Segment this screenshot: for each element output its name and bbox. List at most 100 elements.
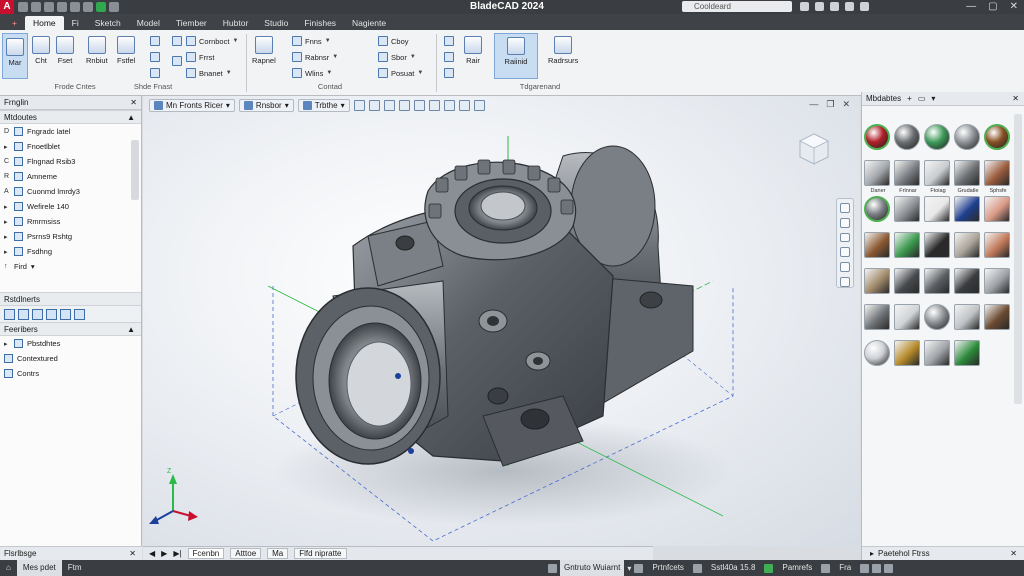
nav-next-icon[interactable]: ▶ [161, 549, 167, 558]
chevron-down-icon[interactable]: ▾ [31, 262, 35, 271]
material-swatch[interactable] [924, 304, 950, 330]
print-icon[interactable] [83, 2, 93, 12]
scrollbar[interactable] [131, 140, 139, 200]
material-swatch[interactable] [954, 268, 980, 294]
section-header-feeribers[interactable]: Feeribers ▲ [0, 322, 141, 336]
redo-icon[interactable] [70, 2, 80, 12]
units-icon[interactable] [821, 563, 831, 573]
help-icon[interactable] [830, 2, 839, 11]
material-swatch[interactable]: Sphsfe [984, 160, 1010, 194]
search-input[interactable]: Cooldeard [682, 1, 792, 12]
library-icon[interactable]: ▭ [918, 94, 926, 103]
sketch-tool-arc[interactable] [150, 52, 160, 62]
sketch-tool-spline[interactable] [172, 36, 182, 46]
material-swatch[interactable] [924, 232, 950, 258]
status-item[interactable]: Sstl40a 15.8 [705, 560, 761, 576]
ribbon-button-rapnel[interactable]: Rapnel [252, 36, 276, 65]
material-swatch[interactable] [864, 340, 890, 366]
tab-home[interactable]: Home [24, 16, 64, 30]
app-logo[interactable]: A [0, 0, 14, 14]
tree-item[interactable]: ▸ Fsdhng [0, 244, 141, 259]
add-icon[interactable]: + [907, 94, 912, 103]
settings-icon[interactable] [860, 2, 869, 11]
ribbon-button-fstfel[interactable]: Fstfel [117, 36, 135, 65]
tree-item[interactable]: D Fngradc latel [0, 124, 141, 139]
maximize-icon[interactable]: ▢ [988, 1, 997, 12]
tab-studio[interactable]: Studio [256, 16, 296, 30]
doc-tab[interactable]: Fcenbn [187, 548, 225, 559]
material-swatch[interactable] [954, 304, 980, 330]
new-icon[interactable] [18, 2, 28, 12]
ribbon-item-sbor[interactable]: Sbor ▼ [378, 52, 416, 62]
expand-icon[interactable]: ▸ [870, 549, 874, 558]
3d-viewport[interactable]: Mn Fronts Ricer ▾ Rnsbor ▾ Trbthe ▾ — ❐ ✕ [143, 96, 860, 546]
ribbon-item-fnns[interactable]: Fnns ▼ [292, 36, 331, 46]
notification-icon[interactable] [884, 563, 894, 573]
tab-tiember[interactable]: Tiember [168, 16, 215, 30]
tree-item[interactable]: ↑ Fird ▾ [0, 259, 141, 274]
scrollbar[interactable] [1014, 114, 1022, 404]
tree-item[interactable]: C Flngnad Rsib3 [0, 154, 141, 169]
tree-item[interactable]: A Cuonmd lmrdy3 [0, 184, 141, 199]
chevron-down-icon[interactable]: ▾ [931, 94, 935, 103]
nav-prev-icon[interactable]: ◀ [149, 549, 155, 558]
material-swatch[interactable] [894, 268, 920, 294]
close-icon[interactable]: ✕ [1010, 1, 1018, 12]
ortho-icon[interactable] [692, 563, 702, 573]
material-swatch[interactable] [864, 304, 890, 330]
close-icon[interactable]: ✕ [1012, 94, 1019, 103]
material-swatch[interactable] [984, 196, 1010, 222]
material-swatch[interactable] [864, 268, 890, 294]
material-swatch[interactable] [894, 340, 920, 366]
ribbon-button-raiinid[interactable]: Raiinid [494, 33, 538, 79]
material-swatch[interactable]: Frlnnar [894, 160, 920, 194]
material-swatch[interactable] [984, 124, 1010, 150]
search-icon[interactable] [46, 308, 57, 320]
list-item[interactable]: Contrs [0, 366, 141, 381]
section-header-rstdlnerts[interactable]: Rstdlnerts [0, 292, 141, 306]
sort-icon[interactable] [60, 308, 71, 320]
tab-file[interactable]: + [4, 16, 25, 30]
material-swatch[interactable] [894, 232, 920, 258]
tab-fi[interactable]: Fi [64, 16, 87, 30]
ribbon-item-cboy[interactable]: Cboy [378, 36, 409, 46]
tab-nagiente[interactable]: Nagiente [344, 16, 394, 30]
material-swatch[interactable] [954, 340, 980, 366]
ribbon-item-wlins[interactable]: Wlins ▼ [292, 68, 332, 78]
doc-tab[interactable]: Flfd nipratte [294, 548, 347, 559]
status-home-icon[interactable]: ⌂ [0, 560, 17, 576]
status-item[interactable]: Prtnfcets [646, 560, 690, 576]
status-item[interactable]: Fra [833, 560, 857, 576]
tree-item[interactable]: ▸ Psrns9 Rshtg [0, 229, 141, 244]
ribbon-tool-b[interactable] [444, 52, 454, 62]
tree-item[interactable]: ▸ Rmrmsiss [0, 214, 141, 229]
material-swatch[interactable] [954, 124, 980, 150]
tree-item[interactable]: ▸ Fnoetlblet [0, 139, 141, 154]
ribbon-tool-a[interactable] [444, 36, 454, 46]
tab-sketch[interactable]: Sketch [87, 16, 129, 30]
ribbon-button-radrsurs[interactable]: Radrsurs [548, 36, 578, 65]
material-swatch[interactable] [984, 232, 1010, 258]
material-swatch[interactable] [894, 196, 920, 222]
material-swatch[interactable]: Grudatle [954, 160, 980, 194]
filter-icon[interactable] [4, 308, 15, 320]
ribbon-item-posuat[interactable]: Posuat ▼ [378, 68, 423, 78]
ribbon-tool-c[interactable] [444, 68, 454, 78]
list-item[interactable]: Contextured [0, 351, 141, 366]
settings-icon[interactable] [860, 563, 870, 573]
material-swatch[interactable] [894, 124, 920, 150]
save-icon[interactable] [44, 2, 54, 12]
material-swatch[interactable]: Daner [864, 160, 890, 194]
expand-icon[interactable] [18, 308, 29, 320]
share-icon[interactable] [815, 2, 824, 11]
material-swatch[interactable] [984, 304, 1010, 330]
ribbon-item-frrst[interactable]: Frrst [186, 52, 214, 62]
ribbon-item-bnanet[interactable]: Bnanet ▼ [186, 68, 232, 78]
doc-tab[interactable]: Ma [267, 548, 289, 559]
ribbon-button-fset[interactable]: Fset [56, 36, 74, 65]
material-swatch[interactable] [894, 304, 920, 330]
material-swatch[interactable] [924, 196, 950, 222]
material-swatch[interactable] [924, 340, 950, 366]
nav-end-icon[interactable]: ▶| [173, 549, 181, 558]
material-swatch[interactable] [864, 232, 890, 258]
